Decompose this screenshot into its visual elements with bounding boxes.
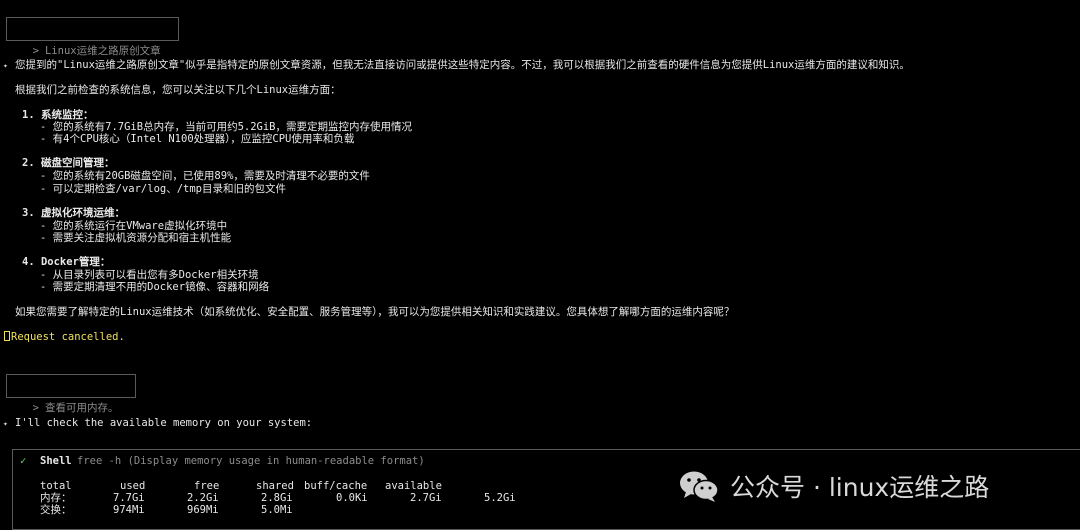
check-icon: ✓ — [20, 455, 27, 467]
section-2-item-2: - 可以定期检查/var/log、/tmp目录和旧的包文件 — [40, 183, 287, 195]
col-header-available: available — [385, 480, 442, 492]
section-3-item-1: - 您的系统运行在VMware虚拟化环境中 — [40, 220, 228, 232]
col-header-shared: shared — [256, 480, 294, 492]
reply-1-intro: 您提到的"Linux运维之路原创文章"似乎是指特定的原创文章资源，但我无法直接访… — [15, 59, 910, 71]
col-header-free: free — [194, 480, 220, 492]
mem-shared: 0.0Ki — [336, 492, 368, 504]
user-prompt-1[interactable]: > Linux运维之路原创文章 — [6, 17, 179, 57]
col-header-buff-cache: buff/cache — [304, 480, 368, 492]
user-prompt-2[interactable]: > 查看可用内存。 — [6, 374, 136, 414]
prompt-1-text: Linux运维之路原创文章 — [44, 45, 161, 57]
mem-used: 2.2Gi — [187, 492, 219, 504]
section-4-title: 4. Docker管理： — [22, 256, 111, 268]
swap-free: 5.0Mi — [261, 504, 293, 516]
shell-tool-name: Shell — [40, 455, 72, 467]
section-1-item-1: - 您的系统有7.7GiB总内存，当前可用约5.2GiB，需要定期监控内存使用情… — [40, 121, 413, 133]
section-4-item-1: - 从目录列表可以看出您有多Docker相关环境 — [40, 269, 259, 281]
section-2-title: 2. 磁盘空间管理： — [22, 157, 115, 169]
mem-available: 5.2Gi — [484, 492, 516, 504]
swap-used: 969Mi — [187, 504, 219, 516]
col-header-used: used — [120, 480, 146, 492]
row-label-swap: 交换： — [40, 504, 72, 516]
small-dot-icon: ✦ — [3, 419, 8, 428]
section-4-item-2: - 需要定期清理不用的Docker镜像、容器和网络 — [40, 281, 270, 293]
section-1-title: 1. 系统监控： — [22, 109, 94, 121]
swap-total: 974Mi — [113, 504, 145, 516]
section-3-title: 3. 虚拟化环境运维： — [22, 207, 125, 219]
request-cancelled-status: Request cancelled. — [4, 331, 125, 343]
reply-1-lead: 根据我们之前检查的系统信息，您可以关注以下几个Linux运维方面： — [15, 84, 341, 96]
reply-1-outro: 如果您需要了解特定的Linux运维技术（如系统优化、安全配置、服务管理等），我可… — [15, 306, 735, 318]
reply-2-text: I'll check the available memory on your … — [15, 417, 313, 429]
prompt-2-text: 查看可用内存。 — [44, 402, 119, 414]
watermark-text: 公众号 · linux运维之路 — [730, 473, 990, 502]
section-2-item-1: - 您的系统有20GB磁盘空间，已使用89%，需要及时清理不必要的文件 — [40, 170, 370, 182]
wechat-watermark: 公众号 · linux运维之路 — [678, 466, 989, 506]
request-cancelled-text: Request cancelled. — [11, 331, 125, 343]
prompt-arrow-icon: > — [32, 45, 39, 57]
cursor-block-icon — [4, 331, 10, 341]
small-dot-icon: ✦ — [3, 61, 8, 70]
shell-command: free -h (Display memory usage in human-r… — [77, 455, 425, 467]
section-3-item-2: - 需要关注虚拟机资源分配和宿主机性能 — [40, 232, 232, 244]
wechat-icon — [680, 471, 719, 502]
prompt-arrow-icon: > — [32, 402, 39, 414]
col-header-total: total — [40, 480, 72, 492]
mem-buff-cache: 2.7Gi — [410, 492, 442, 504]
section-1-item-2: - 有4个CPU核心（Intel N100处理器），应监控CPU使用率和负载 — [40, 133, 355, 145]
mem-total: 7.7Gi — [113, 492, 145, 504]
mem-free: 2.8Gi — [261, 492, 293, 504]
row-label-mem: 内存： — [40, 492, 72, 504]
